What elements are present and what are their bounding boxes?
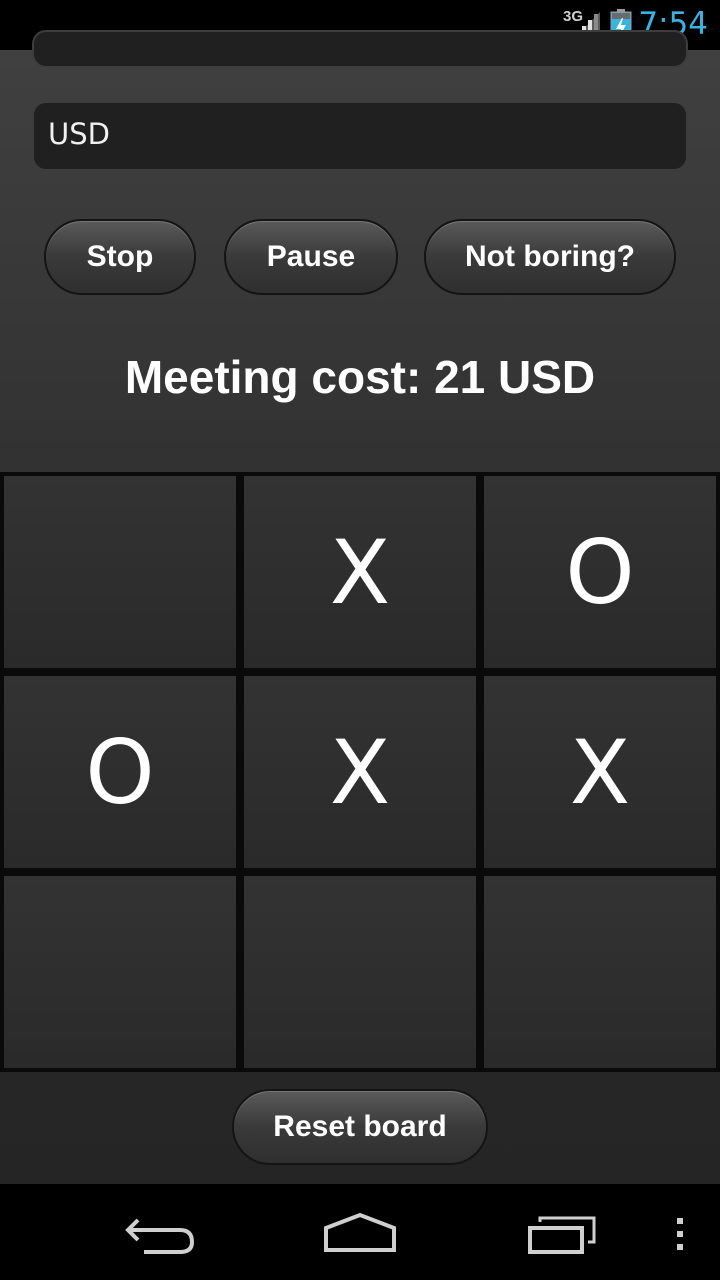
board-cell-5[interactable]: X	[244, 676, 476, 868]
board-cell-3[interactable]: O	[484, 476, 716, 668]
board-cell-7[interactable]	[4, 876, 236, 1068]
board-cell-8[interactable]	[244, 876, 476, 1068]
currency-input-value: USD	[48, 117, 110, 151]
board-cell-4[interactable]: O	[4, 676, 236, 868]
board-cell-9[interactable]	[484, 876, 716, 1068]
board-cell-1[interactable]	[4, 476, 236, 668]
navigation-bar	[0, 1184, 720, 1280]
meeting-cost-label: Meeting cost: 21 USD	[124, 351, 596, 403]
board-cell-2[interactable]: X	[244, 476, 476, 668]
previous-input-field[interactable]	[32, 30, 688, 68]
app-content: USD Stop Pause Not boring? Meeting cost:…	[0, 30, 720, 1184]
home-icon[interactable]	[322, 1212, 398, 1254]
currency-input[interactable]: USD	[32, 101, 688, 171]
board-cell-6[interactable]: X	[484, 676, 716, 868]
overflow-menu-icon[interactable]	[675, 1218, 685, 1250]
recent-apps-icon[interactable]	[526, 1214, 598, 1256]
back-icon[interactable]	[124, 1214, 196, 1256]
stop-button[interactable]: Stop	[44, 219, 196, 295]
tic-tac-toe-board: X O O X X	[0, 472, 720, 1072]
screen: 3G 7:54 USD Stop Pause Not boring? Meeti…	[0, 0, 720, 1280]
not-boring-button[interactable]: Not boring?	[424, 219, 676, 295]
pause-button[interactable]: Pause	[224, 219, 398, 295]
reset-board-button[interactable]: Reset board	[232, 1089, 488, 1165]
